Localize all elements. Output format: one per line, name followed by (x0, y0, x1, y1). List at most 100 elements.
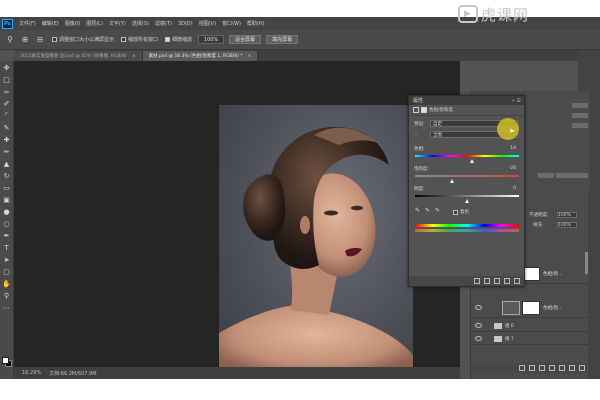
stamp-tool-icon[interactable]: ▲ (1, 158, 13, 169)
menu-3d[interactable]: 3D(D) (178, 21, 193, 27)
zoom-all-checkbox[interactable] (121, 37, 127, 42)
hue-saturation-icon (413, 107, 419, 113)
foreground-color-swatch[interactable] (2, 357, 9, 364)
fill-screen-button[interactable]: 填充屏幕 (266, 35, 299, 44)
menu-view[interactable]: 视图(V) (199, 20, 216, 27)
reset-icon[interactable] (494, 278, 500, 284)
zoom-tool-icon[interactable]: ⚲ (5, 35, 15, 45)
menu-window[interactable]: 窗口(W) (222, 20, 241, 27)
resize-windows-option[interactable]: 调整窗口大小以满屏显示 (52, 36, 114, 43)
menu-file[interactable]: 文件(F) (19, 20, 36, 27)
trash-icon[interactable] (514, 278, 520, 284)
zoom-value-field[interactable]: 100% (198, 35, 225, 44)
hue-value[interactable]: 18 (510, 146, 516, 151)
mask-icon[interactable] (421, 107, 427, 113)
hue-slider-handle[interactable] (469, 159, 474, 163)
menu-filter[interactable]: 滤镜(T) (155, 20, 172, 27)
zoom-in-icon[interactable]: ⊕ (20, 35, 30, 45)
menu-type[interactable]: 文字(Y) (109, 20, 126, 27)
new-group-icon[interactable] (559, 365, 565, 371)
opacity-field[interactable]: 100% (557, 212, 577, 218)
document-tab-bar: 2015真实发型模板-副.psd @ 45% (效果图, RGB/8) × 素材.… (14, 50, 600, 61)
scrubby-zoom-option[interactable]: 细微缩放 (165, 36, 192, 43)
hand-tool-icon[interactable]: ✋ (1, 278, 13, 289)
photoshop-window: Ps 文件(F) 编辑(E) 图像(I) 图层(L) 文字(Y) 选择(S) 滤… (0, 17, 600, 379)
options-bar: ⚲ ⊕ ⊖ 调整窗口大小以满屏显示 缩放所有窗口 细微缩放 100% 适合屏幕 … (0, 30, 600, 50)
link-layers-icon[interactable] (519, 365, 525, 371)
lasso-tool-icon[interactable]: ∞ (1, 86, 13, 97)
panel-button[interactable] (538, 173, 554, 178)
dodge-tool-icon[interactable]: ○ (1, 218, 13, 229)
eye-icon[interactable] (475, 305, 482, 310)
eraser-tool-icon[interactable]: ▭ (1, 182, 13, 193)
path-select-tool-icon[interactable]: ➤ (1, 254, 13, 265)
blur-tool-icon[interactable]: ● (1, 206, 13, 217)
panel-button[interactable] (572, 173, 588, 178)
layer-row[interactable]: 组 6 (471, 320, 589, 332)
brush-tool-icon[interactable]: ✏ (1, 146, 13, 157)
close-icon[interactable]: × (132, 54, 136, 59)
layer-row[interactable]: 色相/饱... (471, 298, 589, 318)
eyedropper-icon[interactable]: ✎ (415, 207, 420, 214)
portrait-illustration (219, 126, 413, 377)
fill-field[interactable]: 100% (557, 222, 577, 228)
eye-icon[interactable] (475, 336, 482, 341)
type-tool-icon[interactable]: T (1, 242, 13, 253)
visibility-icon[interactable] (504, 278, 510, 284)
menu-image[interactable]: 图像(I) (65, 20, 80, 27)
colorize-option[interactable]: 着色 (453, 209, 469, 215)
layer-row[interactable]: 组 7 (471, 333, 589, 345)
view-previous-icon[interactable] (484, 278, 490, 284)
menu-help[interactable]: 帮助(H) (247, 20, 265, 27)
crop-tool-icon[interactable]: ⌜ (1, 110, 13, 121)
target-adjust-icon[interactable]: ☞ (414, 132, 418, 137)
scrubby-zoom-checkbox[interactable] (165, 37, 171, 42)
canvas-area[interactable] (14, 61, 460, 377)
eyedropper-plus-icon[interactable]: ✎ (425, 207, 430, 214)
saturation-label: 饱和度: (414, 167, 430, 172)
pen-tool-icon[interactable]: ✒ (1, 230, 13, 241)
zoom-out-icon[interactable]: ⊖ (35, 35, 45, 45)
gradient-tool-icon[interactable]: ▣ (1, 194, 13, 205)
move-tool-icon[interactable]: ✥ (1, 62, 13, 73)
panel-menu-icon[interactable]: » ☰ (512, 98, 521, 104)
saturation-slider-handle[interactable] (449, 179, 454, 183)
menu-select[interactable]: 选择(S) (132, 20, 149, 27)
new-layer-icon[interactable] (569, 365, 575, 371)
add-mask-icon[interactable] (539, 365, 545, 371)
new-adjustment-icon[interactable] (549, 365, 555, 371)
marquee-tool-icon[interactable]: □ (1, 74, 13, 85)
clip-to-layer-icon[interactable] (474, 278, 480, 284)
healing-tool-icon[interactable]: ✚ (1, 134, 13, 145)
history-brush-icon[interactable]: ↻ (1, 170, 13, 181)
quick-select-tool-icon[interactable]: ✐ (1, 98, 13, 109)
zoom-all-option[interactable]: 缩放所有窗口 (121, 36, 158, 43)
menu-edit[interactable]: 编辑(E) (42, 20, 59, 27)
edit-toolbar-icon[interactable]: ⋯ (1, 302, 13, 313)
layer-mask-thumbnail[interactable] (522, 300, 540, 315)
fx-icon[interactable] (529, 365, 535, 371)
saturation-value[interactable]: -28 (509, 166, 516, 171)
resize-windows-checkbox[interactable] (52, 37, 57, 42)
panel-button[interactable] (556, 173, 572, 178)
zoom-tool-icon[interactable]: ⚲ (1, 290, 13, 301)
tab-template-doc[interactable]: 2015真实发型模板-副.psd @ 45% (效果图, RGB/8) × (14, 51, 143, 61)
shape-tool-icon[interactable]: ▢ (1, 266, 13, 277)
tab-material-doc[interactable]: 素材.psd @ 16.3% (色相/饱和度 1, RGB/8) * × (142, 51, 259, 61)
eyedropper-tool-icon[interactable]: ✎ (1, 122, 13, 133)
layers-scrollbar[interactable] (585, 252, 588, 274)
eyedropper-minus-icon[interactable]: ✎ (435, 207, 440, 214)
lightness-value[interactable]: 0 (513, 186, 516, 191)
fit-screen-button[interactable]: 适合屏幕 (229, 35, 262, 44)
close-icon[interactable]: × (248, 54, 252, 59)
colorize-checkbox[interactable] (453, 209, 458, 215)
eye-icon[interactable] (475, 323, 482, 328)
cursor-highlight (497, 118, 519, 140)
lightness-slider-handle[interactable] (464, 199, 469, 203)
panel-button[interactable] (572, 113, 588, 118)
trash-icon[interactable] (579, 365, 585, 371)
menu-layer[interactable]: 图层(L) (86, 20, 103, 27)
panel-button[interactable] (572, 123, 588, 128)
panel-button[interactable] (572, 103, 588, 108)
status-bar: 16.29% 文档:66.2M/607.9M (14, 367, 460, 379)
